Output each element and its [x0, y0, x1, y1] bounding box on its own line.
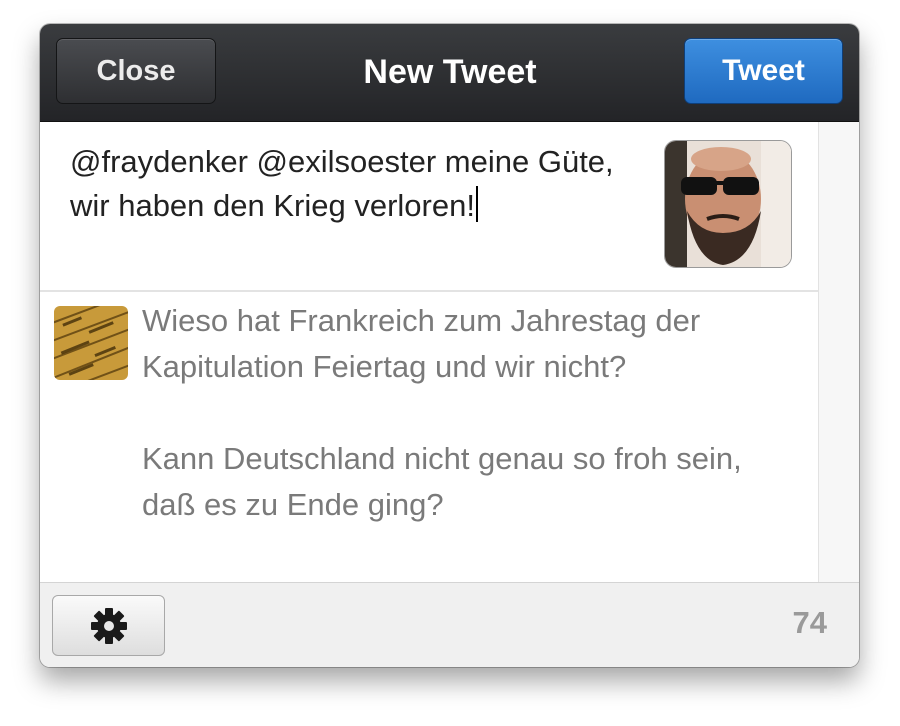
tweet-text: @fraydenker @exilsoester meine Güte, wir… [70, 144, 614, 223]
reply-author-avatar [54, 306, 128, 380]
reply-author-avatar-icon [54, 306, 128, 380]
reply-paragraph: Kann Deutschland nicht genau so froh sei… [142, 441, 742, 522]
window-title: New Tweet [363, 53, 537, 91]
gear-icon [90, 607, 127, 644]
reply-paragraph: Wieso hat Frankreich zum Jahrestag der K… [142, 303, 701, 384]
scrollbar-track[interactable] [818, 122, 859, 582]
tweet-text-input[interactable]: @fraydenker @exilsoester meine Güte, wir… [70, 140, 640, 228]
bottom-toolbar: 74 [40, 582, 859, 667]
new-tweet-window: Close New Tweet Tweet @fraydenker @exils… [40, 24, 859, 667]
in-reply-to-tweet: Wieso hat Frankreich zum Jahrestag der K… [40, 292, 818, 582]
settings-button[interactable] [52, 595, 165, 656]
user-avatar [664, 140, 792, 268]
tweet-button[interactable]: Tweet [684, 38, 843, 104]
title-bar: Close New Tweet Tweet [40, 24, 859, 122]
character-count: 74 [792, 605, 827, 640]
text-caret [475, 186, 478, 222]
compose-area[interactable]: @fraydenker @exilsoester meine Güte, wir… [40, 122, 818, 292]
user-avatar-photo-icon [665, 141, 791, 267]
reply-tweet-text: Wieso hat Frankreich zum Jahrestag der K… [142, 298, 802, 574]
close-button[interactable]: Close [56, 38, 216, 104]
